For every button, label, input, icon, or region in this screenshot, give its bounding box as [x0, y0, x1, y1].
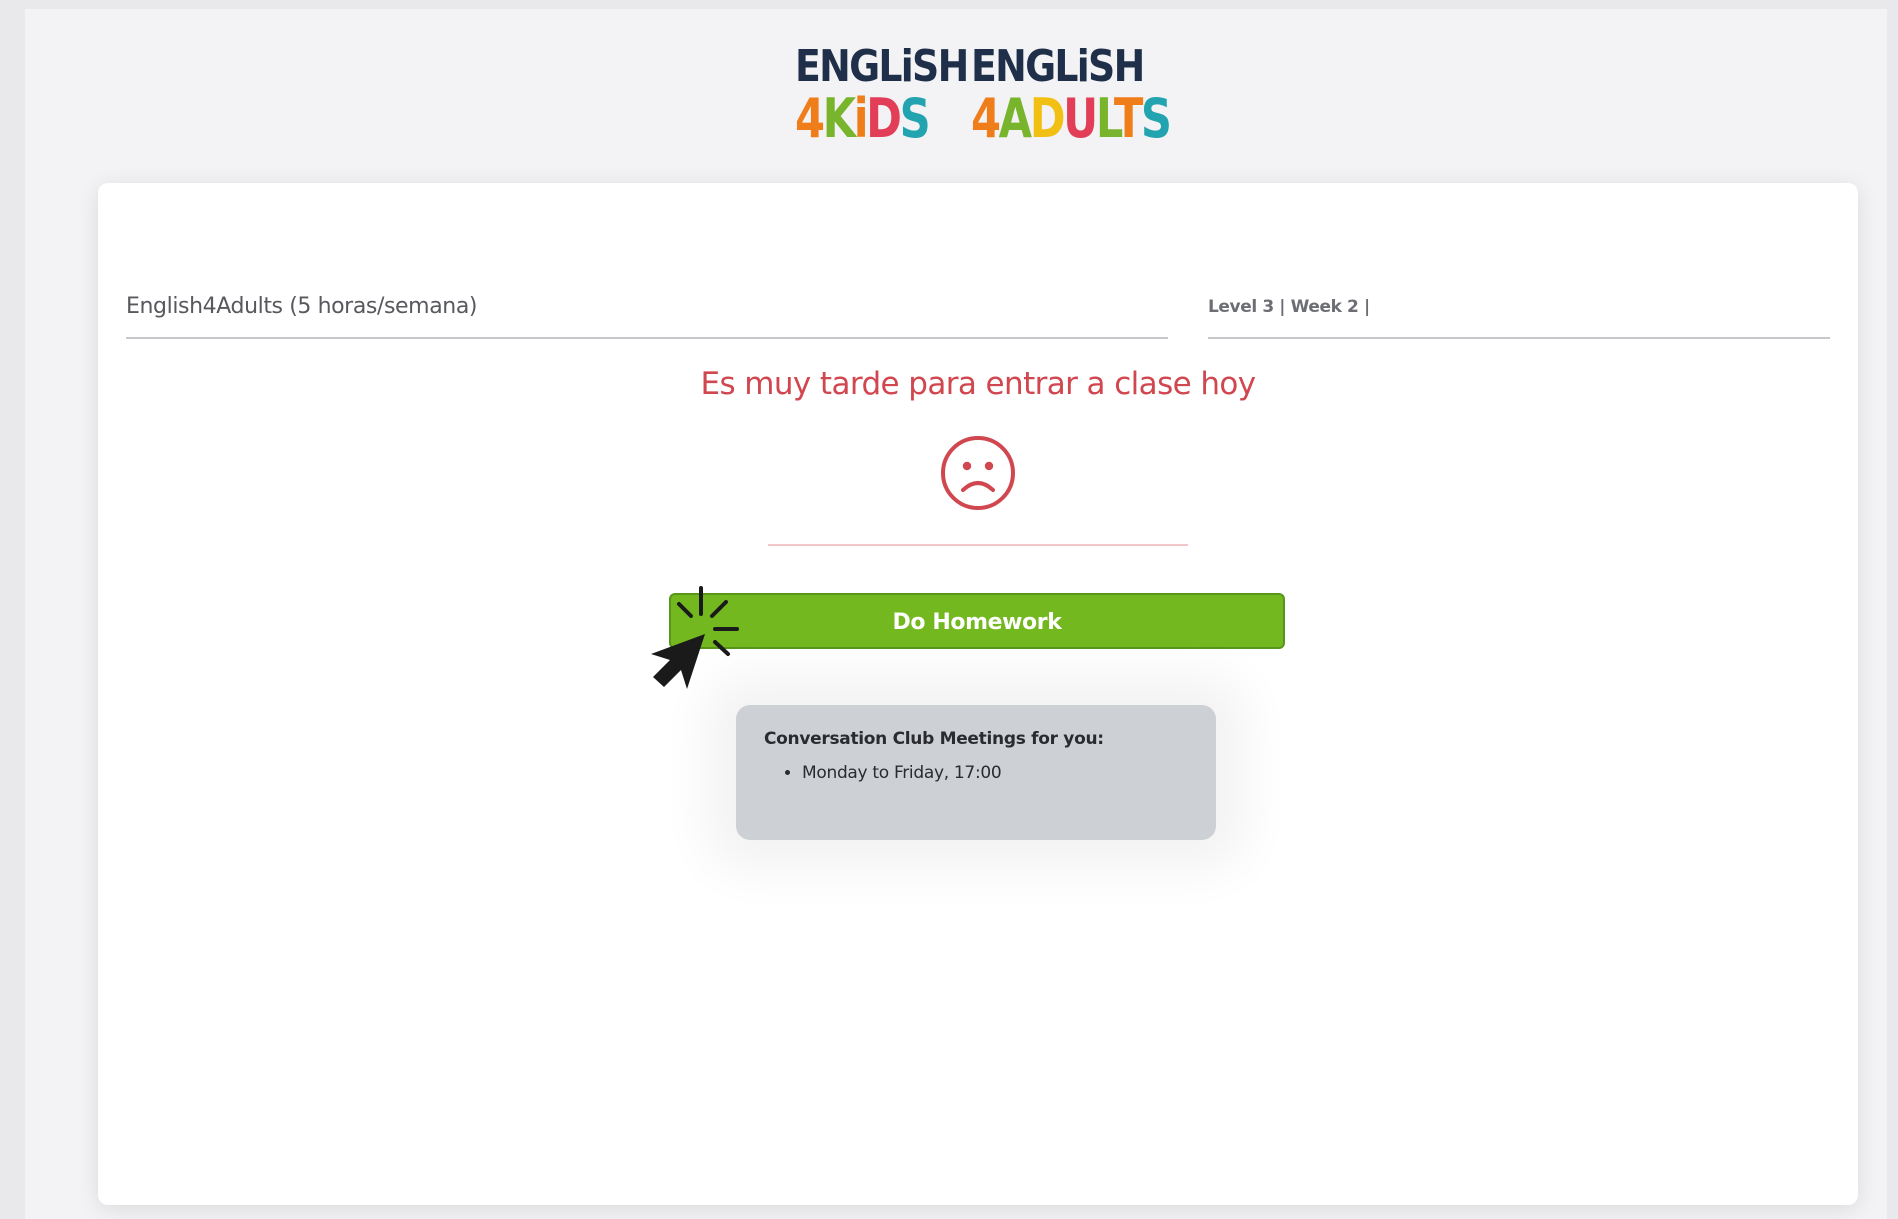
- logo-word-4kids: 4KiDS: [795, 87, 931, 150]
- divider: [768, 544, 1188, 546]
- level-week-info: Level 3 | Week 2 |: [1208, 289, 1830, 339]
- conversation-club-title: Conversation Club Meetings for you:: [764, 729, 1104, 749]
- english4adults-logo: ENGLiSH 4ADULTS: [971, 43, 1219, 155]
- course-name: English4Adults (5 horas/semana): [126, 289, 1168, 339]
- brand-logos: ENGLiSH 4KiDS ENGLiSH 4ADULTS: [795, 43, 1172, 155]
- click-cursor-icon: [651, 586, 739, 689]
- page-background: ENGLiSH 4KiDS ENGLiSH 4ADULTS English4Ad…: [25, 9, 1887, 1219]
- meeting-schedule-list: Monday to Friday, 17:00: [736, 763, 1002, 783]
- late-warning-message: Es muy tarde para entrar a clase hoy: [700, 366, 1256, 402]
- conversation-club-box: Conversation Club Meetings for you: Mond…: [736, 705, 1216, 840]
- logo-word-4adults: 4ADULTS: [971, 87, 1172, 150]
- english4kids-logo: ENGLiSH 4KiDS: [795, 43, 996, 155]
- logo-word-english: ENGLiSH: [971, 41, 1145, 92]
- sad-face-icon: [941, 436, 1015, 510]
- class-status-card: English4Adults (5 horas/semana) Level 3 …: [98, 183, 1858, 1205]
- logo-word-english: ENGLiSH: [795, 41, 969, 92]
- meeting-schedule-item: Monday to Friday, 17:00: [802, 763, 1002, 783]
- do-homework-button[interactable]: Do Homework: [669, 593, 1285, 649]
